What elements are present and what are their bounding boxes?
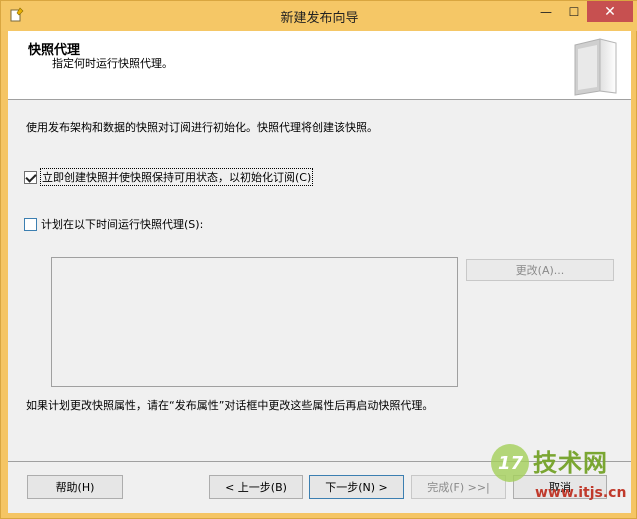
schedule-textbox bbox=[51, 257, 458, 387]
minimize-button[interactable]: — bbox=[532, 1, 560, 22]
finish-button[interactable]: 完成(F) >>| bbox=[411, 475, 506, 499]
note-text: 如果计划更改快照属性，请在“发布属性”对话框中更改这些属性后再启动快照代理。 bbox=[26, 399, 434, 412]
cancel-button[interactable]: 取消 bbox=[513, 475, 607, 499]
help-button[interactable]: 帮助(H) bbox=[27, 475, 123, 499]
create-snapshot-checkbox[interactable] bbox=[24, 170, 37, 184]
wizard-header: 快照代理 指定何时运行快照代理。 bbox=[8, 31, 631, 100]
create-snapshot-label[interactable]: 立即创建快照并使快照保持可用状态，以初始化订阅(C) bbox=[39, 168, 314, 186]
description-text: 使用发布架构和数据的快照对订阅进行初始化。快照代理将创建该快照。 bbox=[26, 121, 378, 134]
create-snapshot-option[interactable]: 立即创建快照并使快照保持可用状态，以初始化订阅(C) bbox=[24, 168, 314, 186]
wizard-banner-icon bbox=[574, 38, 617, 96]
maximize-button[interactable]: ☐ bbox=[560, 1, 588, 22]
page-subtitle: 指定何时运行快照代理。 bbox=[52, 57, 173, 70]
close-button[interactable]: ✕ bbox=[587, 1, 633, 22]
schedule-option[interactable]: 计划在以下时间运行快照代理(S): bbox=[24, 216, 203, 232]
schedule-checkbox[interactable] bbox=[24, 217, 37, 231]
wizard-client-area: 快照代理 指定何时运行快照代理。 使用发布架构和数据的快照对订阅进行初始化。快照… bbox=[8, 31, 631, 513]
change-schedule-button[interactable]: 更改(A)... bbox=[466, 259, 614, 281]
wizard-window: 新建发布向导 — ☐ ✕ 快照代理 指定何时运行快照代理。 使用发布架构和数据的… bbox=[0, 0, 637, 519]
back-button[interactable]: < 上一步(B) bbox=[209, 475, 303, 499]
next-button[interactable]: 下一步(N) > bbox=[309, 475, 404, 499]
schedule-label[interactable]: 计划在以下时间运行快照代理(S): bbox=[41, 216, 203, 232]
title-bar[interactable]: 新建发布向导 — ☐ ✕ bbox=[1, 1, 637, 31]
footer-separator bbox=[8, 461, 631, 462]
